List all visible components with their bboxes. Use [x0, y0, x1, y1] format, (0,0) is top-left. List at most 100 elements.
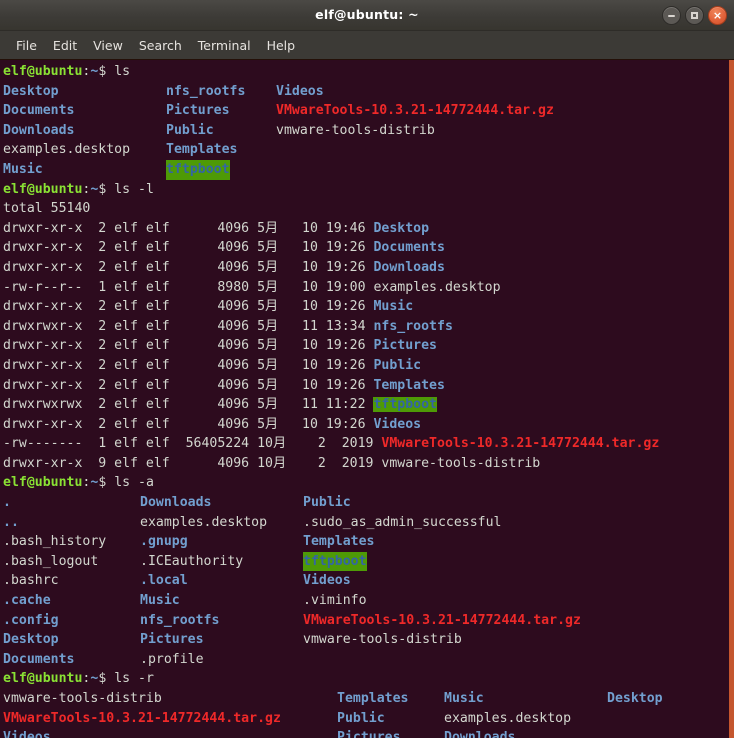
prompt-user-host: elf@ubuntu — [3, 475, 82, 490]
command-line: elf@ubuntu:~$ ls -l — [3, 180, 729, 200]
file-entry: Templates — [337, 689, 408, 709]
entry-date: 10 19:26 — [278, 358, 373, 373]
prompt-user-host: elf@ubuntu — [3, 64, 82, 79]
command-line: elf@ubuntu:~$ ls -r — [3, 669, 729, 689]
entry-meta: drwxr-xr-x 2 elf elf 4096 5月 — [3, 299, 278, 314]
output-row: drwxrwxrwx 2 elf elf 4096 5月 11 11:22 tf… — [3, 395, 729, 415]
file-entry: tftpboot — [166, 160, 230, 180]
total-line: total 55140 — [3, 201, 90, 216]
menu-item-file[interactable]: File — [8, 35, 45, 56]
file-entry: Desktop — [607, 689, 663, 709]
output-row: drwxr-xr-x 2 elf elf 4096 5月 10 19:46 De… — [3, 219, 729, 239]
file-entry: VMwareTools-10.3.21-14772444.tar.gz — [276, 101, 554, 121]
file-entry: .config — [3, 611, 59, 631]
file-entry: vmware-tools-distrib — [276, 121, 435, 141]
file-entry: Public — [303, 493, 351, 513]
file-entry: Music — [373, 299, 413, 314]
close-icon: × — [709, 7, 726, 24]
entry-date: 11 11:22 — [278, 397, 373, 412]
output-row: .cacheMusic.viminfo — [3, 591, 729, 611]
file-entry: Pictures — [337, 728, 401, 738]
file-entry: tftpboot — [373, 397, 437, 412]
menu-item-edit[interactable]: Edit — [45, 35, 85, 56]
file-entry: examples.desktop — [373, 280, 500, 295]
file-entry: .profile — [140, 650, 204, 670]
file-entry: Templates — [303, 532, 374, 552]
file-entry: Desktop — [3, 82, 59, 102]
file-entry: Templates — [166, 140, 237, 160]
file-entry: examples.desktop — [3, 140, 130, 160]
entry-date: 10 19:26 — [278, 338, 373, 353]
terminal-screen[interactable]: elf@ubuntu:~$ lsDesktopnfs_rootfsVideosD… — [3, 62, 729, 738]
output-row: .bash_logout.ICEauthoritytftpboot — [3, 552, 729, 572]
entry-date: 2 2019 — [286, 436, 381, 451]
file-entry: Public — [166, 121, 214, 141]
entry-date: 10 19:46 — [278, 221, 373, 236]
prompt-user-host: elf@ubuntu — [3, 182, 82, 197]
output-row: drwxr-xr-x 2 elf elf 4096 5月 10 19:26 Do… — [3, 258, 729, 278]
file-entry: Music — [444, 689, 484, 709]
file-entry: nfs_rootfs — [373, 319, 452, 334]
file-entry: Music — [3, 160, 43, 180]
minimize-button[interactable] — [662, 6, 681, 25]
file-entry: Templates — [373, 378, 444, 393]
output-row: drwxr-xr-x 2 elf elf 4096 5月 10 19:26 Pi… — [3, 336, 729, 356]
file-entry: vmware-tools-distrib — [303, 630, 462, 650]
entry-meta: drwxr-xr-x 2 elf elf 4096 5月 — [3, 378, 278, 393]
menu-item-terminal[interactable]: Terminal — [190, 35, 259, 56]
file-entry: VMwareTools-10.3.21-14772444.tar.gz — [381, 436, 659, 451]
file-entry: Pictures — [373, 338, 437, 353]
output-row: examples.desktop Templates — [3, 140, 729, 160]
file-entry: Documents — [3, 101, 74, 121]
file-entry: Videos — [373, 417, 421, 432]
file-entry: nfs_rootfs — [140, 611, 219, 631]
file-entry: Downloads — [373, 260, 444, 275]
file-entry: Videos — [303, 571, 351, 591]
output-row: DesktopPicturesvmware-tools-distrib — [3, 630, 729, 650]
entry-meta: -rw------- 1 elf elf 56405224 10月 — [3, 436, 286, 451]
terminal-area[interactable]: elf@ubuntu:~$ lsDesktopnfs_rootfsVideosD… — [0, 60, 734, 738]
entry-date: 10 19:26 — [278, 260, 373, 275]
title-bar[interactable]: elf@ubuntu: ~ × — [0, 0, 734, 31]
file-entry: examples.desktop — [140, 513, 267, 533]
output-row: drwxr-xr-x 2 elf elf 4096 5月 10 19:26 Do… — [3, 238, 729, 258]
prompt-sigil: $ — [98, 64, 114, 79]
output-row: Music tftpboot — [3, 160, 729, 180]
file-entry: Pictures — [166, 101, 230, 121]
entry-date: 2 2019 — [286, 456, 381, 471]
menu-item-help[interactable]: Help — [259, 35, 304, 56]
prompt-sigil: $ — [98, 475, 114, 490]
output-row: .DownloadsPublic — [3, 493, 729, 513]
entry-date: 10 19:26 — [278, 417, 373, 432]
output-row: VMwareTools-10.3.21-14772444.tar.gzPubli… — [3, 709, 729, 729]
output-row: total 55140 — [3, 199, 729, 219]
output-row: .bashrc.localVideos — [3, 571, 729, 591]
menu-bar: File Edit View Search Terminal Help — [0, 31, 734, 60]
entry-meta: drwxr-xr-x 2 elf elf 4096 5月 — [3, 240, 278, 255]
menu-item-search[interactable]: Search — [131, 35, 190, 56]
file-entry: vmware-tools-distrib — [3, 689, 162, 709]
file-entry: Videos — [276, 82, 324, 102]
maximize-icon — [686, 7, 703, 24]
close-button[interactable]: × — [708, 6, 727, 25]
command-text: ls — [114, 64, 130, 79]
file-entry: Desktop — [3, 630, 59, 650]
file-entry: VMwareTools-10.3.21-14772444.tar.gz — [3, 709, 281, 729]
file-entry: .sudo_as_admin_successful — [303, 513, 502, 533]
entry-meta: drwxr-xr-x 9 elf elf 4096 10月 — [3, 456, 286, 471]
command-text: ls -r — [114, 671, 154, 686]
file-entry: .ICEauthority — [140, 552, 243, 572]
file-entry: Downloads — [444, 728, 515, 738]
maximize-button[interactable] — [685, 6, 704, 25]
output-row: drwxr-xr-x 2 elf elf 4096 5月 10 19:26 Pu… — [3, 356, 729, 376]
menu-item-view[interactable]: View — [85, 35, 131, 56]
prompt-sigil: $ — [98, 182, 114, 197]
window-title: elf@ubuntu: ~ — [0, 0, 734, 30]
command-line: elf@ubuntu:~$ ls -a — [3, 473, 729, 493]
entry-meta: drwxr-xr-x 2 elf elf 4096 5月 — [3, 260, 278, 275]
file-entry: Documents — [373, 240, 444, 255]
entry-meta: drwxrwxr-x 2 elf elf 4096 5月 — [3, 319, 278, 334]
file-entry: .bashrc — [3, 571, 59, 591]
entry-meta: -rw-r--r-- 1 elf elf 8980 5月 — [3, 280, 278, 295]
command-text: ls -l — [114, 182, 154, 197]
